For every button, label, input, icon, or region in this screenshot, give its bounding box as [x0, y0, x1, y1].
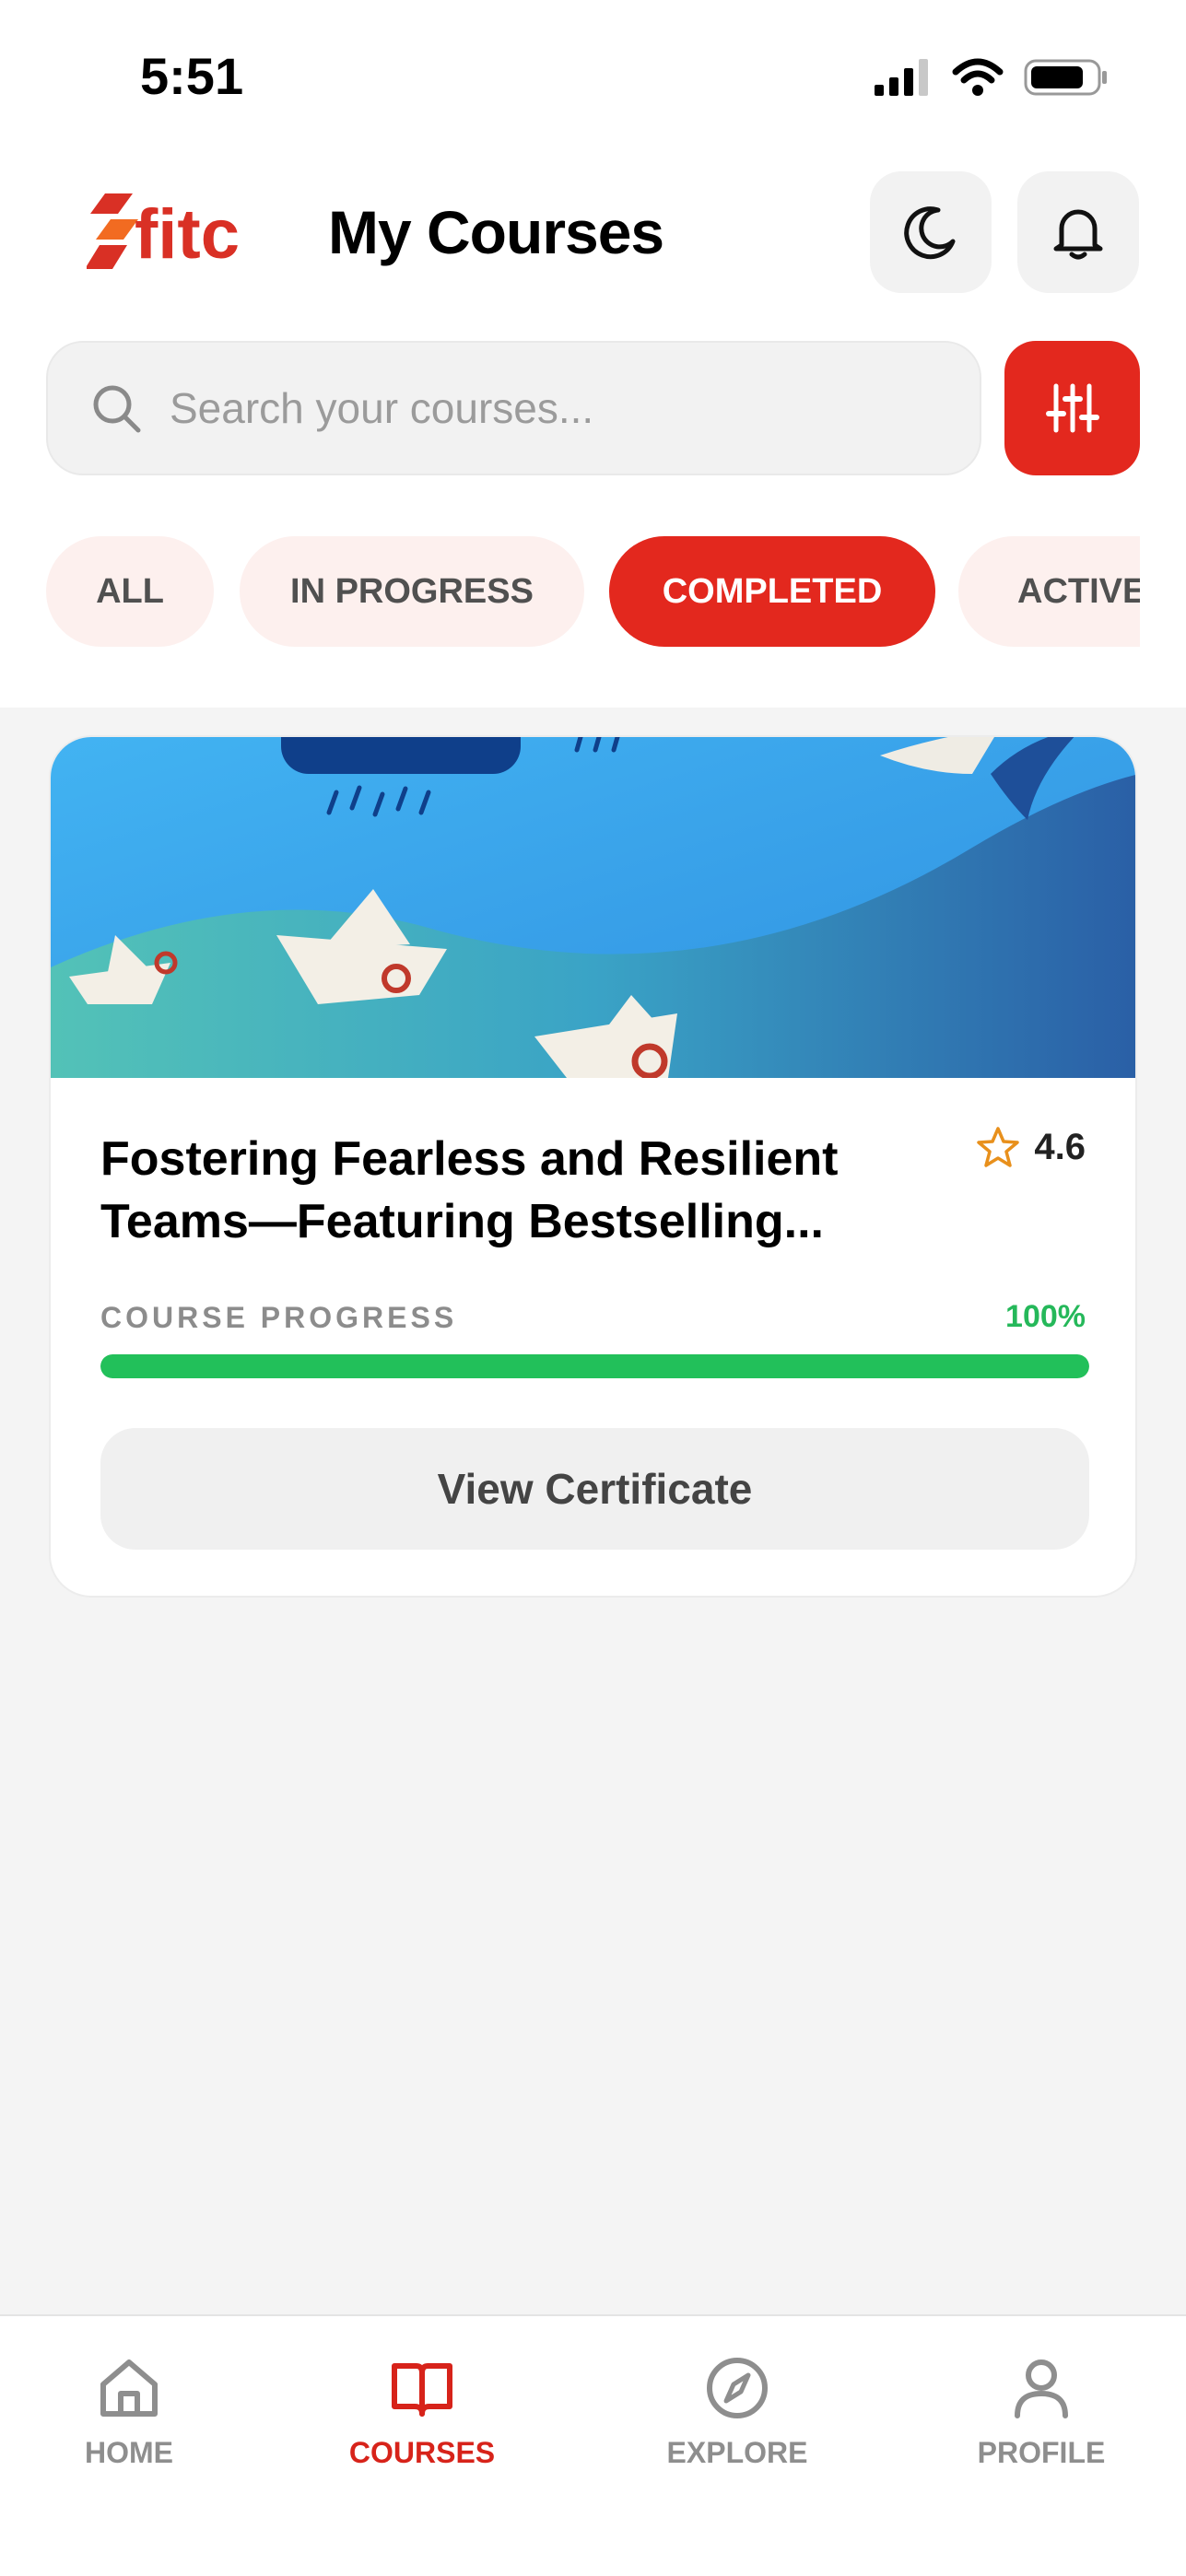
search-icon: [93, 385, 141, 433]
book-icon: [392, 2363, 452, 2417]
dark-mode-button[interactable]: [870, 171, 992, 293]
progress-bar-fill: [100, 1354, 1089, 1378]
moon-icon: [904, 206, 956, 260]
view-certificate-button[interactable]: View Certificate: [100, 1428, 1089, 1550]
compass-icon: [707, 2358, 768, 2418]
rating-value: 4.6: [1034, 1126, 1086, 1167]
filter-button[interactable]: [1004, 341, 1140, 475]
course-rating: 4.6: [977, 1126, 1086, 1168]
status-icons: [873, 57, 1109, 98]
status-time: 5:51: [140, 47, 244, 105]
course-filter-tabs: ALL IN PROGRESS COMPLETED ACTIVE: [46, 536, 1140, 647]
progress-percent: 100%: [1005, 1299, 1086, 1334]
bell-icon: [1053, 209, 1103, 260]
course-card[interactable]: Fostering Fearless and Resilient Teams—F…: [49, 735, 1137, 1598]
page-title: My Courses: [328, 198, 664, 266]
progress-label: COURSE PROGRESS: [100, 1301, 458, 1334]
course-title[interactable]: Fostering Fearless and Resilient Teams—F…: [100, 1128, 967, 1253]
user-icon: [1015, 2359, 1068, 2418]
bottom-navigation: HOME COURSES EXPLORE PROFILE: [0, 2314, 1186, 2576]
sliders-icon: [1045, 383, 1099, 433]
fitc-logo-graphic: fitc: [87, 193, 240, 274]
fitc-logo[interactable]: fitc: [79, 175, 260, 289]
top-section: 5:51 fitc My Courses Search your courses…: [0, 0, 1186, 708]
nav-home[interactable]: HOME: [18, 2355, 240, 2470]
course-thumbnail: [51, 737, 1135, 1078]
tab-in-progress[interactable]: IN PROGRESS: [240, 536, 584, 647]
battery-icon: [1024, 59, 1107, 96]
nav-profile[interactable]: PROFILE: [931, 2355, 1152, 2470]
star-icon: [977, 1127, 1020, 1167]
tab-active[interactable]: ACTIVE: [958, 536, 1140, 647]
nav-explore[interactable]: EXPLORE: [627, 2355, 848, 2470]
signal-icon: [875, 59, 928, 96]
nav-courses[interactable]: COURSES: [311, 2355, 533, 2470]
svg-text:fitc: fitc: [135, 195, 240, 274]
search-field[interactable]: Search your courses...: [46, 341, 981, 475]
home-icon: [100, 2359, 158, 2417]
wifi-icon: [952, 58, 1004, 96]
tab-completed[interactable]: COMPLETED: [609, 536, 935, 647]
notifications-button[interactable]: [1017, 171, 1139, 293]
tab-all[interactable]: ALL: [46, 536, 214, 647]
search-input[interactable]: Search your courses...: [170, 383, 593, 433]
progress-bar: [100, 1354, 1089, 1378]
